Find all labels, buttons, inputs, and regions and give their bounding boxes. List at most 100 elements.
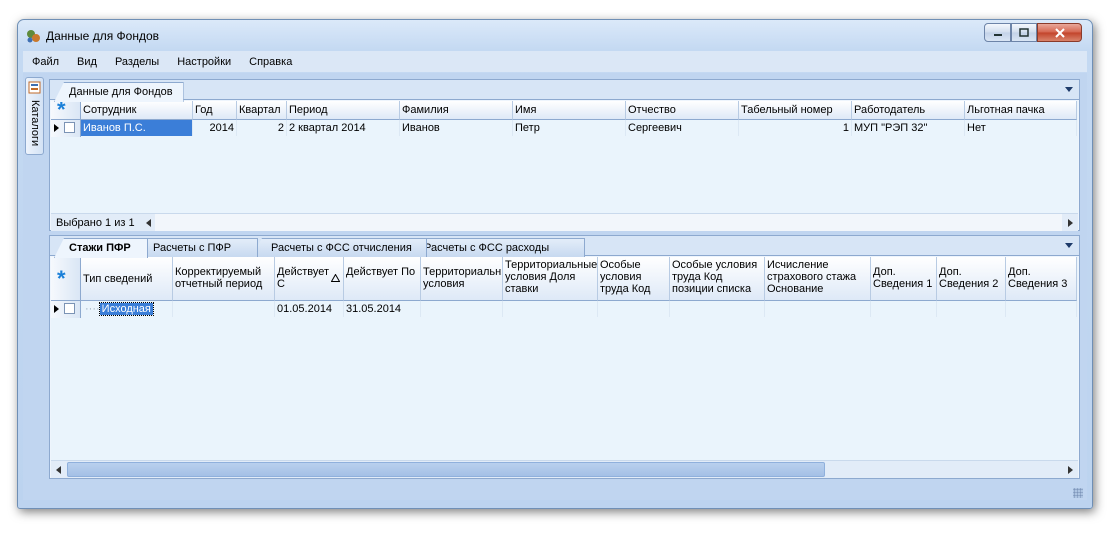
- cell-surname[interactable]: Иванов: [400, 120, 513, 136]
- title-bar: Данные для Фондов: [18, 20, 1092, 50]
- cell-info-type[interactable]: ···· Исходная: [81, 301, 173, 317]
- col-employee[interactable]: Сотрудник: [81, 101, 193, 120]
- col-period[interactable]: Период: [287, 101, 400, 120]
- asterisk-icon: *: [57, 266, 66, 291]
- col-valid-from-label: Действует С: [277, 266, 330, 290]
- grid-corner: *: [51, 97, 81, 122]
- cell-insurance-basis[interactable]: [765, 301, 871, 317]
- menu-help[interactable]: Справка: [240, 56, 301, 68]
- client-area: Каталоги Данные для Фондов * Сотрудник Г…: [23, 73, 1087, 500]
- cell-valid-from[interactable]: 01.05.2014: [275, 301, 344, 317]
- col-privileged[interactable]: Льготная пачка: [965, 101, 1077, 120]
- col-territorial-share[interactable]: Территориальные условия Доля ставки: [503, 257, 598, 301]
- sort-ascending-icon: [331, 274, 340, 282]
- row-indicator[interactable]: [51, 120, 81, 137]
- menu-bar: Файл Вид Разделы Настройки Справка: [23, 51, 1087, 72]
- scroll-right-icon[interactable]: [1068, 466, 1073, 474]
- col-insurance-basis[interactable]: Исчисление страхового стажа Основание: [765, 257, 871, 301]
- menu-file[interactable]: Файл: [23, 56, 68, 68]
- col-extra-1[interactable]: Доп. Сведения 1: [871, 257, 937, 301]
- details-panel: Расчеты с ФСС расходы Расчеты с ФСС отчи…: [49, 235, 1080, 479]
- selection-status: Выбрано 1 из 1: [56, 217, 135, 229]
- tab-fss-expenses[interactable]: Расчеты с ФСС расходы: [405, 238, 585, 257]
- col-name[interactable]: Имя: [513, 101, 626, 120]
- current-row-icon: [54, 305, 59, 313]
- cell-year[interactable]: 2014: [193, 120, 237, 136]
- scrollbar-thumb[interactable]: [67, 462, 825, 477]
- col-year[interactable]: Год: [193, 101, 237, 120]
- col-territorial[interactable]: Территориальные условия: [421, 257, 503, 301]
- funds-data-panel: Данные для Фондов * Сотрудник Год Кварта…: [49, 79, 1080, 231]
- col-quarter[interactable]: Квартал: [237, 101, 287, 120]
- minimize-icon: [993, 33, 1002, 36]
- tab-funds-data[interactable]: Данные для Фондов: [54, 82, 184, 102]
- catalog-icon: [28, 81, 41, 94]
- menu-sections[interactable]: Разделы: [106, 56, 168, 68]
- catalogs-side-tab[interactable]: Каталоги: [25, 77, 44, 155]
- tab-list-dropdown-icon[interactable]: [1065, 243, 1073, 248]
- experience-grid: * Тип сведений Корректируемый отчетный п…: [51, 257, 1078, 462]
- col-valid-to[interactable]: Действует По: [344, 257, 421, 301]
- row-checkbox[interactable]: [64, 303, 75, 314]
- close-icon: [1054, 27, 1065, 38]
- maximize-button[interactable]: [1011, 23, 1037, 42]
- cell-privileged[interactable]: Нет: [965, 120, 1077, 136]
- cell-extra-2[interactable]: [937, 301, 1006, 317]
- employees-grid: * Сотрудник Год Квартал Период Фамилия И…: [51, 97, 1078, 213]
- tab-fss-deductions[interactable]: Расчеты с ФСС отчисления: [252, 238, 427, 257]
- cell-tab-number[interactable]: 1: [739, 120, 852, 136]
- tab-list-dropdown-icon[interactable]: [1065, 87, 1073, 92]
- col-valid-from[interactable]: Действует С: [275, 257, 344, 301]
- horizontal-scrollbar[interactable]: [155, 214, 1062, 231]
- cell-info-type-value: Исходная: [98, 302, 154, 316]
- cell-name[interactable]: Петр: [513, 120, 626, 136]
- scroll-right-icon[interactable]: [1068, 219, 1073, 227]
- tab-pfr-settlements[interactable]: Расчеты с ПФР: [136, 238, 258, 257]
- minimize-button[interactable]: [984, 23, 1011, 42]
- maximize-icon: [1019, 28, 1029, 37]
- close-button[interactable]: [1037, 23, 1082, 42]
- top-grid-footer: Выбрано 1 из 1: [51, 213, 1078, 231]
- row-checkbox[interactable]: [64, 122, 75, 133]
- top-tabstrip: Данные для Фондов: [50, 80, 1079, 102]
- scroll-left-icon[interactable]: [56, 466, 61, 474]
- col-special-code[interactable]: Особые условия труда Код: [598, 257, 670, 301]
- col-extra-2[interactable]: Доп. Сведения 2: [937, 257, 1006, 301]
- cell-employee[interactable]: Иванов П.С.: [81, 120, 193, 136]
- app-icon: [27, 30, 40, 43]
- cell-special-position[interactable]: [670, 301, 765, 317]
- cell-period[interactable]: 2 квартал 2014: [287, 120, 400, 136]
- col-tab-number[interactable]: Табельный номер: [739, 101, 852, 120]
- catalogs-label: Каталоги: [29, 100, 41, 147]
- window-title: Данные для Фондов: [46, 29, 159, 43]
- cell-special-code[interactable]: [598, 301, 670, 317]
- menu-settings[interactable]: Настройки: [168, 56, 240, 68]
- col-employer[interactable]: Работодатель: [852, 101, 965, 120]
- cell-extra-1[interactable]: [871, 301, 937, 317]
- col-extra-3[interactable]: Доп. Сведения 3: [1006, 257, 1077, 301]
- cell-valid-to[interactable]: 31.05.2014: [344, 301, 421, 317]
- col-patronymic[interactable]: Отчество: [626, 101, 739, 120]
- scroll-left-icon[interactable]: [146, 219, 151, 227]
- col-surname[interactable]: Фамилия: [400, 101, 513, 120]
- tab-pfr-experience[interactable]: Стажи ПФР: [54, 238, 148, 258]
- asterisk-icon: *: [57, 97, 66, 122]
- bottom-tabstrip: Расчеты с ФСС расходы Расчеты с ФСС отчи…: [50, 236, 1079, 258]
- cell-quarter[interactable]: 2: [237, 120, 287, 136]
- tree-line: ····: [85, 303, 100, 315]
- cell-territorial-share[interactable]: [503, 301, 598, 317]
- cell-territorial[interactable]: [421, 301, 503, 317]
- current-row-icon: [54, 124, 59, 132]
- cell-extra-3[interactable]: [1006, 301, 1077, 317]
- cell-corrected-period[interactable]: [173, 301, 275, 317]
- menu-view[interactable]: Вид: [68, 56, 106, 68]
- cell-patronymic[interactable]: Сергеевич: [626, 120, 739, 136]
- cell-employer[interactable]: МУП "РЭП 32": [852, 120, 965, 136]
- col-info-type[interactable]: Тип сведений: [81, 257, 173, 301]
- bottom-grid-footer: [51, 460, 1078, 478]
- main-window: Данные для Фондов Файл Вид Разделы Настр…: [17, 19, 1093, 509]
- col-corrected-period[interactable]: Корректируемый отчетный период: [173, 257, 275, 301]
- resize-grip[interactable]: [1073, 488, 1083, 498]
- row-indicator[interactable]: [51, 301, 81, 318]
- col-special-position[interactable]: Особые условия труда Код позиции списка: [670, 257, 765, 301]
